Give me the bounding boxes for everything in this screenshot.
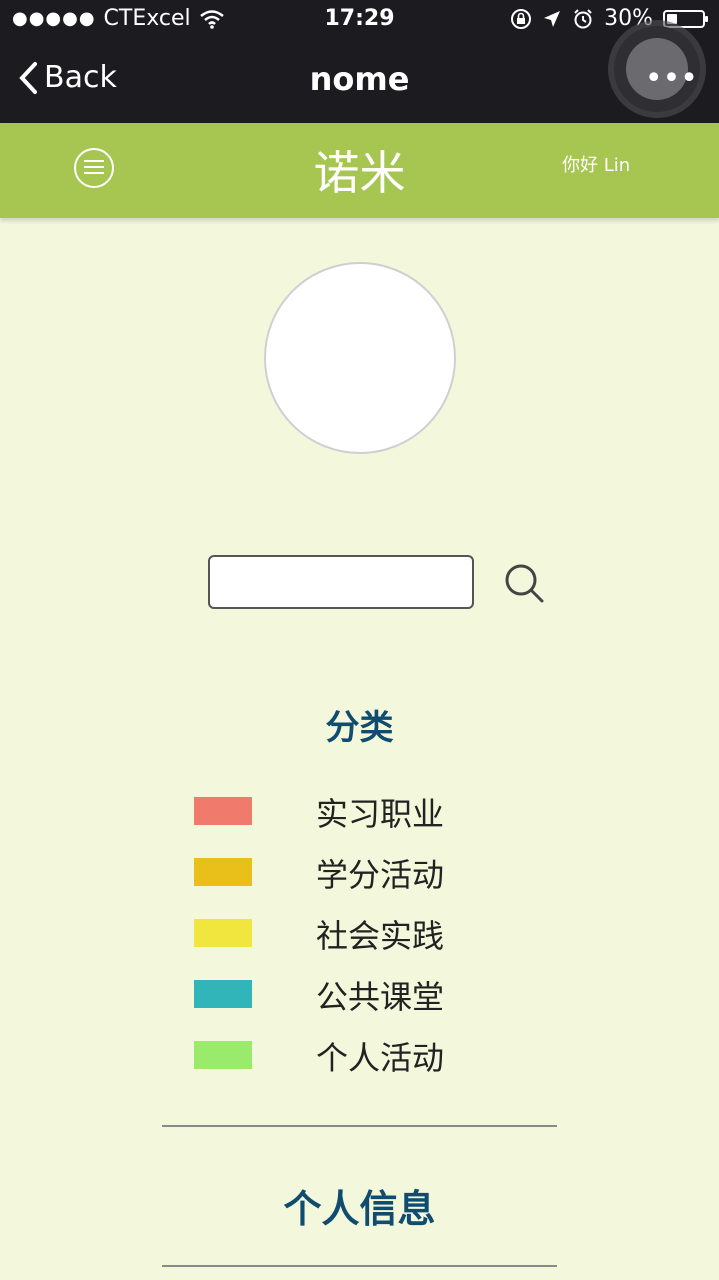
category-item-internship[interactable]: 实习职业 <box>194 795 494 835</box>
category-color-swatch <box>194 858 252 886</box>
more-options-button[interactable] <box>614 26 700 112</box>
category-label: 公共课堂 <box>316 978 445 1016</box>
alarm-icon <box>574 8 592 28</box>
category-item-social-practice[interactable]: 社会实践 <box>194 917 494 957</box>
rotation-lock-icon <box>511 8 532 29</box>
category-item-credit-activity[interactable]: 学分活动 <box>194 856 494 896</box>
more-icon <box>626 38 698 100</box>
search-icon[interactable] <box>502 561 546 605</box>
category-item-personal-activity[interactable]: 个人活动 <box>194 1039 494 1079</box>
category-label: 学分活动 <box>316 856 445 894</box>
divider <box>162 1265 557 1267</box>
category-item-public-class[interactable]: 公共课堂 <box>194 978 494 1018</box>
status-bar: ●●●●● CTExcel 17:29 30% <box>0 0 719 40</box>
category-color-swatch <box>194 919 252 947</box>
avatar[interactable] <box>264 262 456 454</box>
status-icons: 30% <box>510 6 708 31</box>
category-label: 实习职业 <box>316 795 445 833</box>
category-label: 个人活动 <box>316 1039 445 1077</box>
category-color-swatch <box>194 797 252 825</box>
search-input[interactable] <box>208 555 474 609</box>
app-header: 诺米 你好 Lin <box>0 123 719 218</box>
location-arrow-icon <box>544 10 561 27</box>
divider <box>162 1125 557 1127</box>
user-greeting: 你好 Lin <box>562 155 631 176</box>
personal-info-title[interactable]: 个人信息 <box>0 1178 719 1233</box>
nav-bar: Back nome <box>0 26 719 123</box>
nav-title: nome <box>309 60 410 98</box>
category-title: 分类 <box>325 708 394 748</box>
category-color-swatch <box>194 980 252 1008</box>
category-label: 社会实践 <box>316 917 445 955</box>
category-color-swatch <box>194 1041 252 1069</box>
battery-icon <box>663 9 708 28</box>
